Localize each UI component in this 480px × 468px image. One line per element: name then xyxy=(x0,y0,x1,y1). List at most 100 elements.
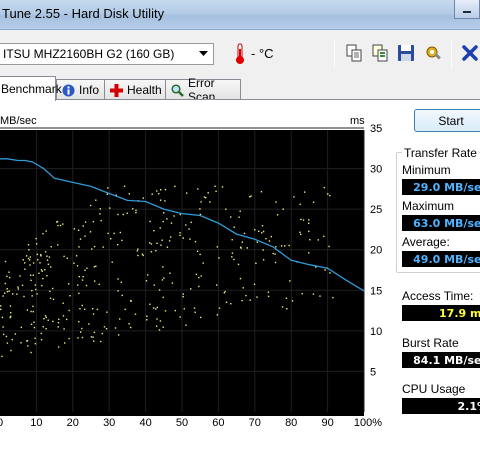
access-time-point xyxy=(164,310,167,312)
x-tick-label: 0 xyxy=(0,417,3,429)
access-time-point xyxy=(40,255,42,257)
access-time-point xyxy=(111,261,113,263)
drive-select[interactable]: ITSU MHZ2160BH G2 (160 GB) xyxy=(0,43,214,65)
access-time-point xyxy=(328,245,330,248)
access-time-point xyxy=(265,237,267,240)
access-time-point xyxy=(59,224,62,227)
access-time-point xyxy=(52,287,54,290)
access-time-point xyxy=(106,311,108,313)
access-time-point xyxy=(323,186,326,189)
x-tick-label: 70 xyxy=(249,417,261,429)
access-time-point xyxy=(185,324,187,326)
access-time-point xyxy=(190,288,192,290)
access-time-point xyxy=(95,199,97,201)
access-time-point xyxy=(169,272,171,274)
access-time-point xyxy=(308,219,310,221)
options-icon[interactable] xyxy=(424,44,442,62)
access-time-point xyxy=(199,208,201,210)
tab-health[interactable]: Health xyxy=(104,79,166,100)
access-time-point xyxy=(84,221,87,223)
access-time-point xyxy=(159,199,162,201)
access-time-point xyxy=(117,278,119,280)
right-tick-label: 30 xyxy=(370,164,382,176)
access-time-point xyxy=(106,193,108,195)
tab-error-scan[interactable]: Error Scan xyxy=(165,76,241,104)
access-time-point xyxy=(91,308,94,310)
chevron-down-icon[interactable] xyxy=(195,45,212,63)
access-time-point xyxy=(42,233,44,235)
access-time-point xyxy=(32,311,34,313)
access-time-point xyxy=(57,346,60,348)
access-time-point xyxy=(246,247,248,249)
access-time-point xyxy=(156,242,158,244)
x-tick-label: 30 xyxy=(103,417,115,429)
access-time-point xyxy=(57,244,59,246)
copy-icon[interactable] xyxy=(345,44,363,62)
average-value: 49.0 MB/sec xyxy=(402,251,480,267)
access-time-point xyxy=(146,315,148,317)
access-time-point xyxy=(78,292,80,295)
access-time-point xyxy=(323,235,325,237)
access-time-point xyxy=(156,318,158,320)
access-time-point xyxy=(158,289,161,291)
access-time-point xyxy=(274,253,276,255)
access-time-point xyxy=(17,288,19,290)
access-time-point xyxy=(153,307,155,309)
access-time-point xyxy=(267,295,270,298)
access-time-point xyxy=(199,253,201,256)
access-time-point xyxy=(327,193,329,195)
access-time-point xyxy=(117,213,119,216)
access-time-point xyxy=(47,319,49,321)
access-time-point xyxy=(179,316,181,318)
access-time-point xyxy=(81,279,84,281)
access-time-point xyxy=(170,236,172,238)
minimize-button[interactable] xyxy=(454,0,480,19)
access-time-point xyxy=(135,212,137,214)
tab-info[interactable]: Info xyxy=(56,79,105,100)
access-time-point xyxy=(73,262,75,264)
access-time-point xyxy=(44,269,46,271)
access-time-point xyxy=(239,210,241,212)
copy-all-icon[interactable] xyxy=(371,44,389,62)
access-time-point xyxy=(162,220,164,223)
access-time-point xyxy=(42,277,44,280)
access-time-point xyxy=(254,229,256,231)
access-time-point xyxy=(242,287,244,289)
access-time-point xyxy=(237,263,240,266)
access-time-point xyxy=(312,201,315,203)
access-time-point xyxy=(57,322,60,324)
access-time-point xyxy=(332,296,334,299)
access-time-point xyxy=(276,214,279,216)
exit-icon[interactable] xyxy=(461,44,479,62)
access-time-point xyxy=(49,297,52,299)
access-time-point xyxy=(75,255,78,257)
access-time-value: 17.9 ms xyxy=(402,305,480,321)
access-time-point xyxy=(230,303,232,305)
access-time-point xyxy=(262,249,264,251)
access-time-point xyxy=(43,318,45,320)
access-time-point xyxy=(253,283,256,285)
save-icon[interactable] xyxy=(397,44,415,62)
access-time-point xyxy=(95,265,97,267)
access-time-point xyxy=(146,319,148,321)
access-time-point xyxy=(1,355,3,358)
access-time-point xyxy=(134,313,137,315)
left-axis-unit: MB/sec xyxy=(0,115,37,127)
access-time-point xyxy=(9,305,12,307)
access-time-point xyxy=(45,328,47,330)
access-time-point xyxy=(93,245,96,248)
access-time-point xyxy=(136,250,139,252)
access-time-point xyxy=(44,315,47,317)
access-time-point xyxy=(39,262,41,264)
access-time-point xyxy=(34,343,37,345)
access-time-point xyxy=(64,342,66,344)
access-time-point xyxy=(233,258,235,261)
access-time-point xyxy=(249,196,251,198)
start-button[interactable]: Start xyxy=(414,109,480,132)
average-label: Average: xyxy=(402,235,450,249)
access-time-point xyxy=(12,293,14,295)
access-time-point xyxy=(225,301,228,303)
access-time-point xyxy=(68,283,70,285)
tab-benchmark[interactable]: Benchmark xyxy=(0,76,62,101)
access-time-point xyxy=(78,321,80,323)
